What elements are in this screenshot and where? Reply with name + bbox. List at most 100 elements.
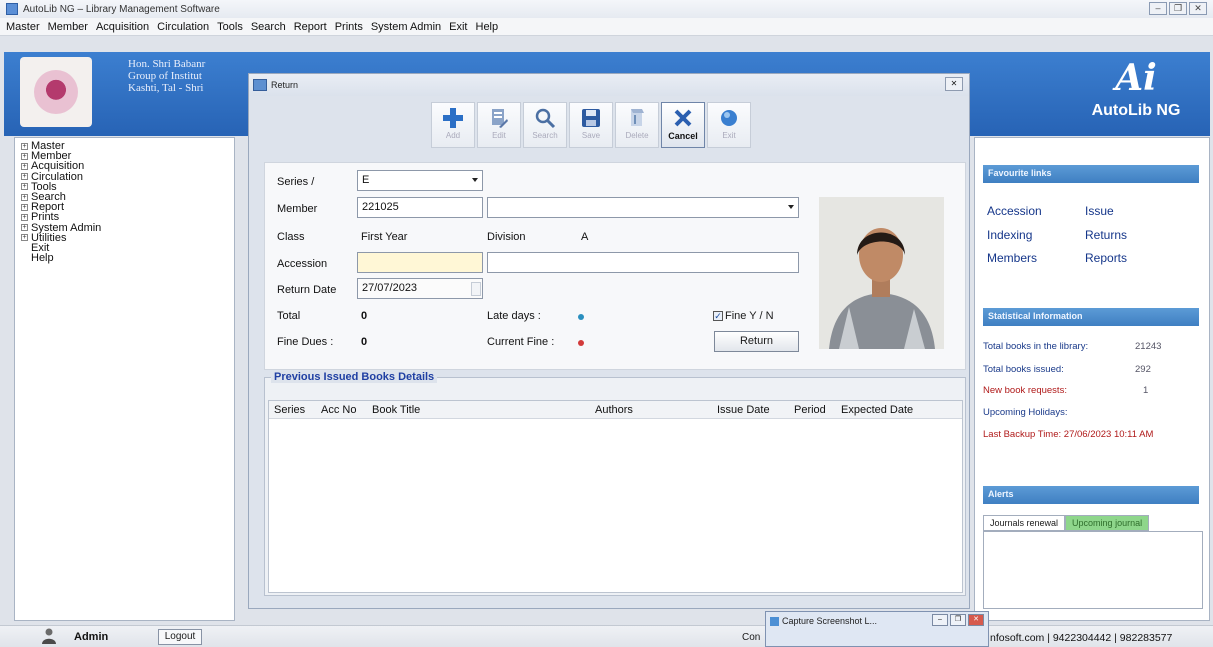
fine-dues-value: 0 bbox=[361, 336, 368, 348]
capture-maximize-button[interactable]: ❐ bbox=[950, 614, 966, 626]
link-members[interactable]: Members bbox=[987, 251, 1037, 265]
alerts-content bbox=[983, 531, 1203, 609]
fine-yn-label: Fine Y / N bbox=[725, 310, 774, 322]
expand-icon[interactable]: + bbox=[21, 224, 28, 232]
menu-acquisition[interactable]: Acquisition bbox=[92, 21, 153, 33]
accession-title-field[interactable] bbox=[487, 252, 799, 273]
menu-member[interactable]: Member bbox=[44, 21, 92, 33]
menu-circulation[interactable]: Circulation bbox=[153, 21, 213, 33]
capture-screenshot-window: Capture Screenshot L... – ❐ ✕ bbox=[765, 611, 989, 647]
plus-icon bbox=[440, 107, 466, 129]
member-id-value: 221025 bbox=[362, 201, 399, 213]
menu-report[interactable]: Report bbox=[290, 21, 331, 33]
link-returns[interactable]: Returns bbox=[1085, 228, 1127, 242]
capture-controls: – ❐ ✕ bbox=[932, 614, 984, 626]
expand-icon[interactable]: + bbox=[21, 152, 28, 160]
fine-yn-checkbox[interactable]: ✓ Fine Y / N bbox=[713, 310, 774, 322]
minimize-button[interactable]: – bbox=[1149, 2, 1167, 15]
previous-issued-table[interactable]: Series Acc No Book Title Authors Issue D… bbox=[268, 400, 963, 593]
column-series[interactable]: Series bbox=[274, 404, 305, 416]
nav-item-help[interactable]: Help bbox=[15, 253, 234, 264]
dialog-titlebar: Return ✕ bbox=[249, 74, 969, 96]
status-bar: Admin Logout Con nfosoft.com | 942230444… bbox=[0, 625, 1213, 647]
column-authors[interactable]: Authors bbox=[595, 404, 633, 416]
edit-label: Edit bbox=[492, 131, 506, 140]
link-reports[interactable]: Reports bbox=[1085, 251, 1127, 265]
dialog-title: Return bbox=[271, 80, 299, 90]
expand-icon[interactable]: + bbox=[21, 163, 28, 170]
member-id-field[interactable]: 221025 bbox=[357, 197, 483, 218]
logo-emblem-icon bbox=[34, 70, 78, 114]
app-icon bbox=[6, 3, 18, 15]
menu-bar: Master Member Acquisition Circulation To… bbox=[0, 18, 1213, 36]
column-period[interactable]: Period bbox=[794, 404, 826, 416]
menu-system-admin[interactable]: System Admin bbox=[367, 21, 445, 33]
expand-icon[interactable]: + bbox=[21, 183, 28, 191]
expand-icon[interactable]: + bbox=[21, 193, 28, 201]
expand-icon[interactable]: + bbox=[21, 142, 28, 150]
menu-help[interactable]: Help bbox=[472, 21, 503, 33]
window-controls: – ❐ ✕ bbox=[1149, 2, 1207, 15]
save-label: Save bbox=[581, 131, 601, 140]
menu-exit[interactable]: Exit bbox=[445, 21, 471, 33]
series-value: E bbox=[362, 174, 370, 186]
current-fine-label: Current Fine : bbox=[487, 336, 555, 348]
column-issue-date[interactable]: Issue Date bbox=[717, 404, 770, 416]
search-button[interactable]: Search bbox=[523, 102, 567, 148]
menu-search[interactable]: Search bbox=[247, 21, 290, 33]
window-title: AutoLib NG – Library Management Software bbox=[23, 3, 220, 15]
capture-minimize-button[interactable]: – bbox=[932, 614, 948, 626]
link-accession[interactable]: Accession bbox=[987, 204, 1042, 218]
division-label: Division bbox=[487, 231, 526, 243]
delete-icon bbox=[624, 107, 650, 129]
menu-tools[interactable]: Tools bbox=[213, 21, 247, 33]
return-form: Series / E Member 221025 Class First Yea… bbox=[264, 162, 966, 370]
member-name-select[interactable] bbox=[487, 197, 799, 218]
menu-prints[interactable]: Prints bbox=[331, 21, 367, 33]
institute-line: Kashti, Tal - Shri bbox=[128, 82, 204, 94]
tab-journals-renewal[interactable]: Journals renewal bbox=[983, 515, 1066, 531]
expand-icon[interactable]: + bbox=[21, 234, 28, 242]
division-value: A bbox=[581, 231, 589, 243]
logout-button[interactable]: Logout bbox=[158, 629, 202, 645]
member-label: Member bbox=[277, 203, 318, 215]
exit-button[interactable]: Exit bbox=[707, 102, 751, 148]
return-button[interactable]: Return bbox=[714, 331, 799, 352]
late-days-label: Late days : bbox=[487, 310, 541, 322]
link-issue[interactable]: Issue bbox=[1085, 204, 1114, 218]
window-titlebar: AutoLib NG – Library Management Software… bbox=[0, 0, 1213, 18]
total-label: Total bbox=[277, 310, 301, 322]
close-button[interactable]: ✕ bbox=[1189, 2, 1207, 15]
date-picker-icon[interactable] bbox=[471, 282, 481, 296]
stat-value: 1 bbox=[1143, 385, 1149, 396]
exit-icon bbox=[716, 107, 742, 129]
delete-button[interactable]: Delete bbox=[615, 102, 659, 148]
maximize-button[interactable]: ❐ bbox=[1169, 2, 1187, 15]
stat-total-books: Total books in the library: 21243 bbox=[983, 341, 1161, 352]
chevron-down-icon bbox=[472, 178, 478, 182]
tab-upcoming-journal[interactable]: Upcoming journal bbox=[1065, 515, 1150, 531]
stat-last-backup: Last Backup Time: 27/06/2023 10:11 AM bbox=[983, 429, 1153, 440]
dialog-icon bbox=[253, 79, 267, 91]
column-acc-no[interactable]: Acc No bbox=[321, 404, 356, 416]
edit-icon bbox=[486, 107, 512, 129]
expand-icon[interactable]: + bbox=[21, 214, 28, 222]
cancel-label: Cancel bbox=[668, 131, 698, 141]
accession-field[interactable] bbox=[357, 252, 483, 273]
dialog-close-button[interactable]: ✕ bbox=[945, 77, 963, 91]
capture-close-button[interactable]: ✕ bbox=[968, 614, 984, 626]
save-button[interactable]: Save bbox=[569, 102, 613, 148]
cancel-button[interactable]: Cancel bbox=[661, 102, 705, 148]
add-button[interactable]: Add bbox=[431, 102, 475, 148]
link-indexing[interactable]: Indexing bbox=[987, 228, 1032, 242]
return-dialog: Return ✕ Add Edit Search Save Delete Can… bbox=[248, 73, 970, 609]
expand-icon[interactable]: + bbox=[21, 173, 28, 181]
series-select[interactable]: E bbox=[357, 170, 483, 191]
edit-button[interactable]: Edit bbox=[477, 102, 521, 148]
menu-master[interactable]: Master bbox=[2, 21, 44, 33]
column-expected-date[interactable]: Expected Date bbox=[841, 404, 913, 416]
expand-icon[interactable]: + bbox=[21, 203, 28, 211]
statistical-info-header: Statistical Information bbox=[983, 308, 1199, 326]
return-date-field[interactable]: 27/07/2023 bbox=[357, 278, 483, 299]
column-book-title[interactable]: Book Title bbox=[372, 404, 420, 416]
